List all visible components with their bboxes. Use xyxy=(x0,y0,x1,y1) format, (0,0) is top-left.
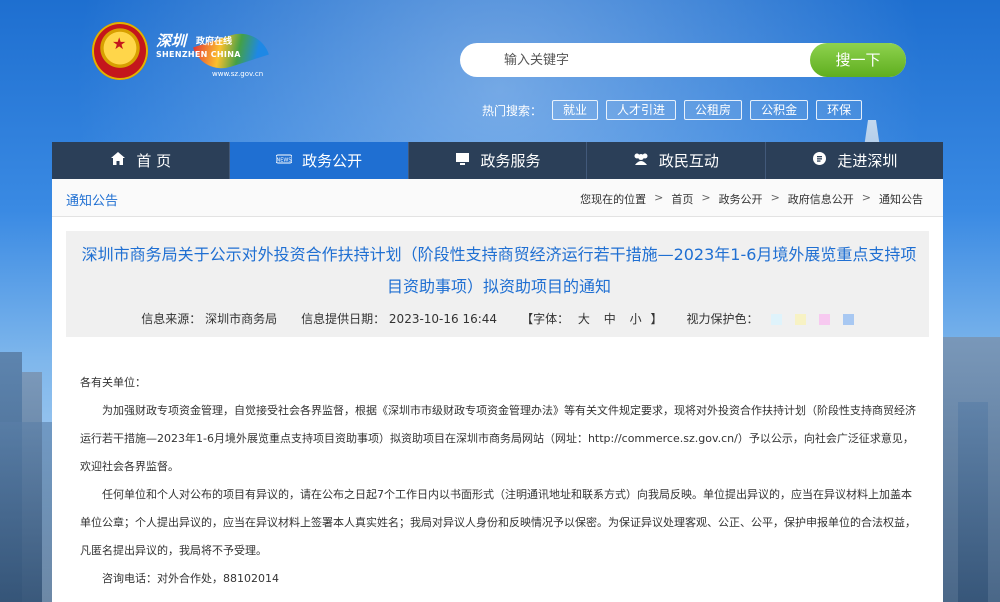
breadcrumb-gov-info[interactable]: 政府信息公开 xyxy=(788,191,854,207)
news-icon: NEWS xyxy=(275,153,293,169)
building-left-3 xyxy=(0,422,52,602)
main-nav: 首 页 NEWS 政务公开 政务服务 政民互动 走进深圳 xyxy=(52,142,943,179)
vision-protect: 视力保护色： xyxy=(686,310,854,327)
article-body: 各有关单位： 为加强财政专项资金管理，自觉接受社会各界监督，根据《深圳市市级财政… xyxy=(80,369,920,593)
logo-url-text: www.sz.gov.cn xyxy=(212,70,264,78)
font-size-large[interactable]: 大 xyxy=(578,312,590,326)
font-size-control: 【字体： 大 中 小 】 xyxy=(521,310,662,327)
date-info: 信息提供日期： 2023-10-16 16:44 xyxy=(301,310,497,327)
building-right-2 xyxy=(958,402,988,602)
hot-tag-rencai[interactable]: 人才引进 xyxy=(606,100,677,120)
vision-color-blue[interactable] xyxy=(771,314,783,325)
section-title: 通知公告 xyxy=(66,194,119,209)
search-input[interactable] xyxy=(482,43,812,77)
article-header: 深圳市商务局关于公示对外投资合作扶持计划（阶段性支持商贸经济运行若干措施—202… xyxy=(66,231,929,337)
font-size-close: 】 xyxy=(650,312,663,326)
breadcrumb-separator: > xyxy=(861,191,871,204)
source-value: 深圳市商务局 xyxy=(205,312,278,326)
hot-tag-jiuye[interactable]: 就业 xyxy=(552,100,599,120)
breadcrumb-separator: > xyxy=(701,191,711,204)
breadcrumb-gov-affairs[interactable]: 政务公开 xyxy=(719,191,763,207)
nav-item-gov-affairs[interactable]: NEWS 政务公开 xyxy=(230,142,409,179)
paragraph: 咨询电话：对外合作处，88102014 xyxy=(102,572,279,585)
logo-cn-text: 深圳 xyxy=(156,32,187,50)
font-size-medium[interactable]: 中 xyxy=(604,312,616,326)
logo-en-text: SHENZHEN CHINA xyxy=(156,50,241,59)
content-panel: 通知公告 您现在的位置 > 首页 > 政务公开 > 政府信息公开 > 通知公告 … xyxy=(52,179,943,602)
vision-label: 视力保护色： xyxy=(686,312,759,326)
breadcrumb-prefix: 您现在的位置 xyxy=(580,193,647,206)
hot-search: 热门搜索： 就业 人才引进 公租房 公积金 环保 xyxy=(482,100,870,120)
font-size-label: 【字体： xyxy=(521,312,570,326)
nav-item-label: 政民互动 xyxy=(658,152,719,170)
hot-tag-gongjijin[interactable]: 公积金 xyxy=(750,100,809,120)
logo-cn2-text: 政府在线 xyxy=(196,37,233,47)
search-box: 搜一下 xyxy=(460,43,906,77)
vision-color-yellow[interactable] xyxy=(795,314,807,325)
national-emblem-icon: ★ xyxy=(92,22,148,80)
nav-item-label: 政务公开 xyxy=(302,152,363,170)
breadcrumb-separator: > xyxy=(654,191,664,204)
info-icon xyxy=(811,152,827,169)
source-label: 信息来源： xyxy=(141,312,202,326)
crumb-bar: 通知公告 您现在的位置 > 首页 > 政务公开 > 政府信息公开 > 通知公告 xyxy=(52,179,943,217)
date-label: 信息提供日期： xyxy=(301,312,386,326)
nav-item-gov-service[interactable]: 政务服务 xyxy=(409,142,588,179)
hot-tag-huanbao[interactable]: 环保 xyxy=(816,100,863,120)
nav-item-label: 政务服务 xyxy=(480,152,541,170)
hot-tag-gongzufang[interactable]: 公租房 xyxy=(684,100,743,120)
paragraph: 为加强财政专项资金管理，自觉接受社会各界监督，根据《深圳市市级财政专项资金管理办… xyxy=(80,404,916,473)
salutation: 各有关单位： xyxy=(80,376,146,389)
font-size-small[interactable]: 小 xyxy=(630,312,642,326)
svg-text:NEWS: NEWS xyxy=(277,157,292,163)
home-icon xyxy=(110,152,126,169)
article-meta: 信息来源： 深圳市商务局 信息提供日期： 2023-10-16 16:44 【字… xyxy=(66,310,929,327)
date-value: 2023-10-16 16:44 xyxy=(388,312,498,326)
monitor-icon xyxy=(455,152,471,169)
hot-search-label: 热门搜索： xyxy=(482,103,543,118)
nav-item-interaction[interactable]: 政民互动 xyxy=(587,142,766,179)
breadcrumb-separator: > xyxy=(770,191,780,204)
search-button[interactable]: 搜一下 xyxy=(810,43,906,77)
breadcrumb-notices[interactable]: 通知公告 xyxy=(879,191,923,207)
paragraph: 任何单位和个人对公布的项目有异议的，请在公布之日起7个工作日内以书面形式（注明通… xyxy=(80,488,916,557)
site-logo[interactable]: 深圳 政府在线 SHENZHEN CHINA www.sz.gov.cn xyxy=(156,25,269,80)
nav-item-home[interactable]: 首 页 xyxy=(52,142,231,179)
source-info: 信息来源： 深圳市商务局 xyxy=(141,310,277,327)
nav-item-label: 走进深圳 xyxy=(837,152,898,170)
article-title: 深圳市商务局关于公示对外投资合作扶持计划（阶段性支持商贸经济运行若干措施—202… xyxy=(81,245,917,296)
nav-item-shenzhen[interactable]: 走进深圳 xyxy=(766,142,943,179)
people-icon xyxy=(633,153,649,169)
vision-color-pink[interactable] xyxy=(818,314,830,325)
nav-item-label: 首 页 xyxy=(136,152,172,170)
breadcrumb-home[interactable]: 首页 xyxy=(671,191,693,207)
breadcrumb: 您现在的位置 > 首页 > 政务公开 > 政府信息公开 > 通知公告 xyxy=(572,191,923,207)
vision-color-lightblue[interactable] xyxy=(842,314,854,325)
